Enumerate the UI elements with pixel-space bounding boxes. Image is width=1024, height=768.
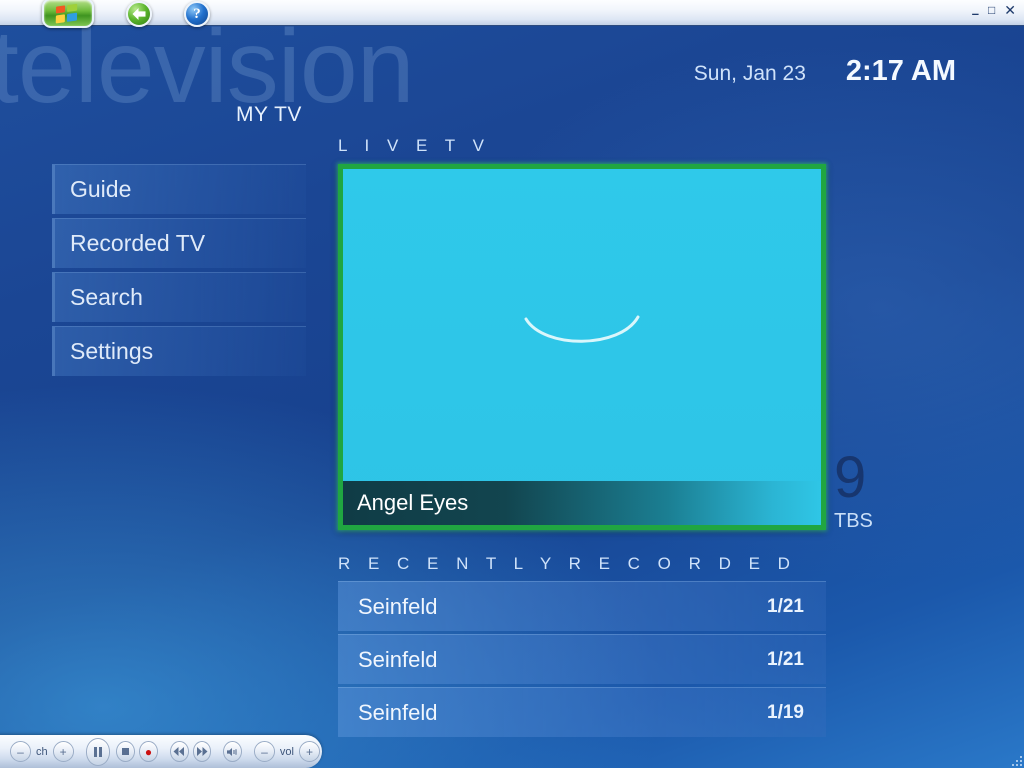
main-menu: Guide Recorded TV Search Settings [52, 164, 306, 380]
recording-date: 1/21 [767, 648, 804, 670]
mute-button[interactable] [223, 741, 242, 762]
channel-controls: – ch + [8, 741, 76, 762]
help-button[interactable]: ? [184, 1, 210, 27]
fast-forward-button[interactable] [192, 741, 212, 762]
list-item[interactable]: Seinfeld 1/21 [338, 581, 826, 631]
maximize-icon[interactable]: □ [988, 4, 995, 17]
pause-button[interactable] [85, 737, 111, 766]
volume-up-button[interactable]: + [298, 741, 320, 762]
current-time: 2:17 AM [845, 55, 956, 87]
list-item[interactable]: Seinfeld 1/19 [338, 687, 826, 737]
menu-item-label: Search [70, 284, 143, 310]
volume-controls: – vol + [252, 741, 322, 762]
rewind-button[interactable] [169, 741, 189, 762]
menu-item-settings[interactable]: Settings [52, 326, 306, 376]
channel-label: ch [36, 745, 48, 758]
volume-label: vol [279, 745, 294, 758]
recording-title: Seinfeld [358, 593, 438, 619]
channel-indicator: 9 TBS [834, 445, 904, 533]
header-clock: Sun, Jan 23 2:17 AM [694, 55, 956, 88]
menu-item-search[interactable]: Search [52, 272, 306, 322]
list-item[interactable]: Seinfeld 1/21 [338, 634, 826, 684]
channel-up-button[interactable]: + [52, 741, 74, 762]
channel-down-button[interactable]: – [10, 741, 31, 762]
recording-date: 1/21 [767, 595, 804, 617]
stop-button[interactable] [116, 741, 136, 762]
page-title: MY TV [236, 103, 302, 126]
transport-controls: – ch + ● – vol + [0, 735, 322, 768]
start-button[interactable] [42, 0, 94, 28]
back-button[interactable] [126, 1, 152, 27]
recording-title: Seinfeld [358, 699, 438, 725]
menu-item-guide[interactable]: Guide [52, 164, 306, 214]
close-icon[interactable]: ✕ [1004, 3, 1016, 17]
record-button[interactable]: ● [139, 741, 158, 762]
program-title: Angel Eyes [343, 481, 821, 525]
minimize-icon[interactable]: – [972, 7, 979, 20]
recording-title: Seinfeld [358, 646, 438, 672]
menu-item-label: Recorded TV [70, 230, 206, 256]
window-controls: – □ ✕ [972, 3, 1016, 20]
resize-grip[interactable] [1008, 752, 1022, 766]
live-tv-preview[interactable]: Angel Eyes [338, 164, 826, 530]
title-bar: – □ ✕ [0, 0, 1024, 26]
recently-recorded-section: R E C E N T L Y R E C O R D E D Seinfeld… [338, 554, 826, 737]
channel-number: 9 [834, 445, 867, 510]
windows-flag-icon [55, 3, 79, 25]
recording-date: 1/19 [767, 701, 804, 723]
menu-item-recorded-tv[interactable]: Recorded TV [52, 218, 306, 268]
main-content: L I V E T V Angel Eyes 9 TBS R E C E N T… [338, 136, 873, 740]
live-tv-heading: L I V E T V [338, 136, 491, 155]
question-mark-icon: ? [193, 5, 201, 22]
recently-recorded-heading: R E C E N T L Y R E C O R D E D [338, 554, 797, 573]
speaker-icon [227, 747, 237, 756]
video-arc-icon [524, 315, 640, 343]
volume-down-button[interactable]: – [253, 741, 275, 762]
menu-item-label: Settings [70, 338, 154, 364]
back-arrow-icon [132, 8, 146, 20]
current-date: Sun, Jan 23 [693, 62, 806, 85]
channel-name: TBS [834, 510, 873, 532]
rewind-icon [173, 747, 185, 756]
fast-forward-icon [196, 747, 208, 756]
media-center-window: television – □ ✕ ? Sun, Jan 23 2:17 AM M… [0, 0, 1024, 768]
live-tv-section: Angel Eyes 9 TBS [338, 164, 873, 532]
menu-item-label: Guide [70, 176, 132, 202]
